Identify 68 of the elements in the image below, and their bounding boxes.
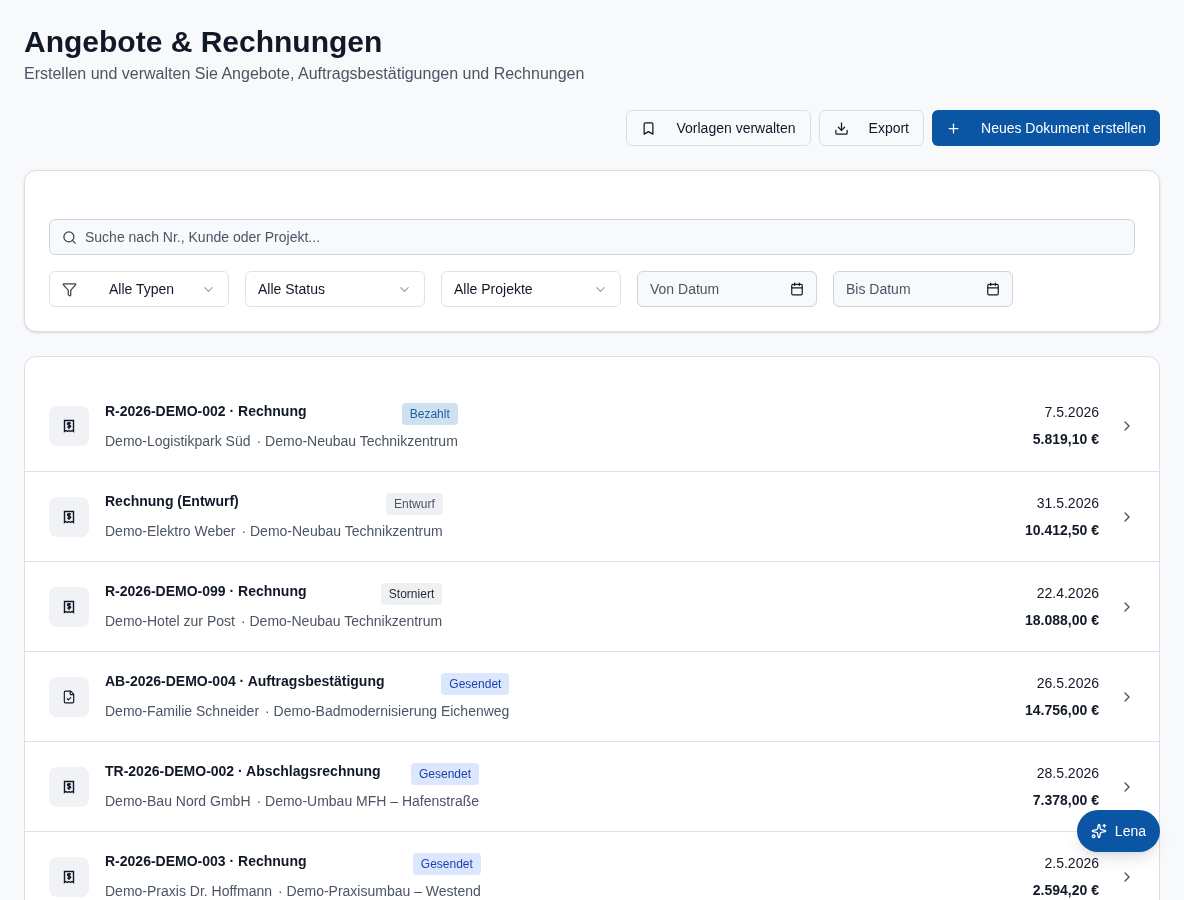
status-badge: Entwurf [386, 493, 443, 515]
filter-dropdown[interactable]: Alle Typen [49, 271, 229, 307]
project-name: · Demo-Neubau Technikzentrum [240, 612, 443, 631]
invoice-icon [62, 779, 76, 794]
download-icon [833, 120, 849, 136]
create-document-button[interactable]: Neues Dokument erstellen [932, 110, 1160, 146]
document-row[interactable]: R-2026-DEMO-099 · Rechnung Storniert Demo-Hotel zur Post · Demo-Neubau Technikzentrum 22.4.2026 18.088,00 € [25, 561, 1159, 651]
document-date: 28.5.2026 [1036, 763, 1099, 783]
search-input[interactable]: Suche nach Nr., Kunde oder Projekt... [85, 226, 1122, 248]
project-name: · Demo-Umbau MFH – Hafenstraße [256, 792, 479, 811]
invoice-icon [62, 869, 76, 884]
document-row[interactable]: AB-2026-DEMO-004 · Auftragsbestätigung Gesendet Demo-Familie Schneider · Demo-Badmodernisierung Eichenweg 26.5.2026 14.756,00 € [25, 651, 1159, 741]
date-field[interactable]: Von Datum [637, 271, 817, 307]
status-badge: Bezahlt [401, 402, 458, 425]
document-amount: 10.412,50 € [1025, 520, 1099, 540]
search-field[interactable]: Suche nach Nr., Kunde oder Projekt... [49, 219, 1135, 255]
project-name: · Demo-Badmodernisierung Eichenweg [265, 702, 510, 721]
filter-icon [62, 281, 77, 297]
customer-name: Demo-Hotel zur Post [105, 612, 235, 631]
date-field[interactable]: Bis Datum [833, 271, 1013, 307]
sparkle-icon [1090, 823, 1107, 839]
project-name: · Demo-Neubau Technikzentrum [256, 431, 458, 451]
document-title: R-2026-DEMO-002 · Rechnung [105, 401, 307, 421]
search-icon [62, 229, 77, 245]
date-input[interactable]: Bis Datum [846, 278, 986, 300]
document-title: R-2026-DEMO-099 · Rechnung [105, 582, 307, 601]
calendar-icon [986, 282, 1000, 296]
document-date: 31.5.2026 [1036, 493, 1099, 513]
document-amount: 7.378,00 € [1032, 790, 1099, 810]
filter-dropdown[interactable]: Alle Status [245, 271, 425, 307]
document-title: R-2026-DEMO-003 · Rechnung [105, 852, 307, 871]
export-button[interactable]: Export [818, 110, 924, 146]
document-amount: 18.088,00 € [1025, 610, 1099, 630]
page-title: Angebote & Rechnungen [24, 24, 384, 60]
document-date: 26.5.2026 [1036, 673, 1099, 693]
document-amount: 14.756,00 € [1025, 700, 1099, 720]
manage-templates-button[interactable]: Vorlagen verwalten [626, 110, 811, 146]
document-title: Rechnung (Entwurf) [105, 492, 239, 511]
invoice-icon [62, 509, 76, 524]
document-title: TR-2026-DEMO-002 · Abschlagsrechnung [105, 762, 381, 781]
customer-name: Demo-Elektro Weber [105, 522, 236, 541]
invoice-icon [62, 599, 76, 614]
customer-name: Demo-Praxis Dr. Hoffmann [105, 882, 272, 900]
invoice-icon [62, 419, 76, 433]
status-badge: Gesendet [441, 673, 510, 695]
document-amount: 5.819,10 € [1032, 430, 1099, 449]
document-row[interactable]: Rechnung (Entwurf) Entwurf Demo-Elektro Weber · Demo-Neubau Technikzentrum 31.5.2026 10.412,50 € [25, 471, 1159, 561]
project-name: · Demo-Praxisumbau – Westend [278, 882, 481, 900]
filter-dropdown[interactable]: Alle Projekte [441, 271, 621, 307]
customer-name: Demo-Familie Schneider [105, 702, 260, 721]
document-date: 2.5.2026 [1044, 853, 1099, 873]
document-date: 22.4.2026 [1036, 583, 1099, 603]
file-check-icon [62, 689, 76, 704]
calendar-icon [790, 282, 804, 296]
document-title: AB-2026-DEMO-004 · Auftragsbestätigung [105, 672, 385, 691]
customer-name: Demo-Bau Nord GmbH [105, 792, 251, 811]
plus-icon [946, 120, 961, 136]
date-input[interactable]: Von Datum [650, 278, 790, 300]
customer-name: Demo-Logistikpark Süd [105, 431, 251, 451]
document-date: 7.5.2026 [1044, 403, 1099, 422]
status-badge: Gesendet [410, 763, 479, 785]
project-name: · Demo-Neubau Technikzentrum [241, 522, 443, 541]
bookmark-icon [641, 120, 657, 136]
document-amount: 2.594,20 € [1032, 880, 1099, 900]
document-row[interactable]: R-2026-DEMO-002 · Rechnung Bezahlt Demo-Logistikpark Süd · Demo-Neubau Technikzentrum 7.5.2026 5.819,10 € [25, 381, 1159, 471]
page-subtitle: Erstellen und verwalten Sie Angebote, Auftragsbestätigungen und Rechnungen [24, 64, 586, 84]
status-badge: Storniert [380, 583, 443, 605]
status-badge: Gesendet [412, 853, 481, 875]
